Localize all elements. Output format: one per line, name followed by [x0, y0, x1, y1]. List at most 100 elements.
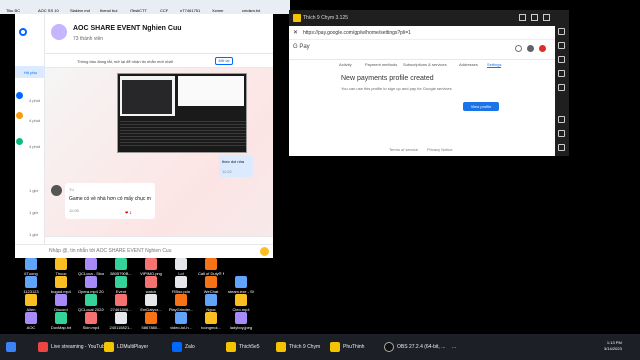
recent-time: 4 phút — [29, 144, 41, 149]
volume-icon[interactable] — [558, 42, 565, 49]
file-icon — [55, 258, 67, 270]
windows-icon — [6, 342, 16, 352]
shared-screenshot-image[interactable] — [117, 73, 247, 153]
desktop-top-strip: Tiku BC AOC SS 10 Slakinn md thenol bul … — [0, 0, 290, 14]
message-time: 11:05 — [69, 208, 79, 213]
member-count[interactable]: 73 thành viên — [73, 36, 103, 42]
conversation-avatar[interactable] — [16, 112, 23, 119]
close-tab-icon[interactable]: ✕ — [293, 29, 298, 36]
taskbar-item-ldmulti[interactable]: LDMultiPlayer — [104, 340, 148, 354]
taskbar-item-obs[interactable]: OBS 27.2.4 (64-bit, ... — [384, 340, 446, 354]
gpay-logo[interactable]: G Pay — [293, 44, 310, 50]
file-icon — [235, 294, 247, 306]
sender-avatar[interactable] — [51, 185, 62, 196]
tab-addresses[interactable]: Addresses — [459, 62, 478, 67]
taskbar-item-thich9chym[interactable]: Thích 9 Chym — [276, 340, 324, 354]
desktop-top-label[interactable]: cmdsm.txt — [242, 8, 260, 13]
taskbar-item-youtube[interactable]: Live streaming - YouTube — [38, 340, 108, 354]
file-icon — [25, 276, 37, 288]
taskbar-label: OBS 27.2.4 (64-bit, ... — [397, 344, 446, 350]
message-input[interactable]: Nhập @, tin nhắn tới AOC SHARE EVENT Ngh… — [49, 248, 172, 254]
zalo-icon — [172, 342, 182, 352]
close-icon[interactable] — [543, 14, 550, 21]
tab-settings[interactable]: Settings — [487, 62, 502, 68]
youtube-icon — [38, 342, 48, 352]
taskbar-label: Thích 9 Chym — [289, 344, 321, 350]
taskbar-label: PhuThinh — [343, 344, 365, 350]
desktop-icon-label: Skin.mp4 — [82, 325, 100, 330]
emulator-window: Thích 9 Chym 3.125 ✕ https://pay.google.… — [289, 10, 555, 156]
screen-icon[interactable] — [558, 56, 565, 63]
chat-body: theo doi nha 11:02 Tú Game có về nhà hơn… — [45, 68, 273, 236]
notice-text: Thông báo đang tắt, mở lại để nhận tin n… — [77, 59, 173, 64]
file-icon — [55, 312, 67, 324]
tab-subscriptions[interactable]: Subscriptions & services — [403, 62, 447, 67]
terms-link[interactable]: Terms of service — [389, 147, 418, 152]
desktop-icon-label: DuxMap.txt — [50, 325, 72, 330]
file-icon — [25, 312, 37, 324]
back-icon[interactable] — [558, 116, 565, 123]
desktop-top-label[interactable]: Slakinn md — [70, 8, 90, 13]
file-icon — [175, 276, 187, 288]
file-icon — [145, 276, 157, 288]
taskbar-clock[interactable]: 1:13 PM 3/14/2023 — [604, 340, 622, 352]
card-title: New payments profile created — [341, 75, 434, 82]
taskbar-item-thich5e5[interactable]: Thich5e5 — [226, 340, 274, 354]
start-button[interactable] — [6, 340, 16, 354]
chat-title[interactable]: AOC SHARE EVENT Nghien Cuu — [73, 25, 182, 32]
conversation-avatar[interactable] — [16, 92, 23, 99]
desktop-top-label[interactable]: AOC SS 10 — [38, 8, 59, 13]
tab-payment-methods[interactable]: Payment methods — [365, 62, 397, 67]
taskbar-item-phuthinh[interactable]: PhuThinh — [330, 340, 370, 354]
tab-activity[interactable]: Activity — [339, 62, 352, 67]
profile-created-card: New payments profile created You can use… — [339, 72, 513, 128]
emulator-title: Thích 9 Chym 3.125 — [303, 15, 349, 21]
desktop-top-label[interactable]: Xcmm — [212, 8, 223, 13]
help-icon[interactable] — [515, 45, 522, 52]
file-icon — [25, 294, 37, 306]
url-text[interactable]: https://pay.google.com/gp/w/home/setting… — [303, 30, 411, 36]
file-icon — [55, 276, 67, 288]
heart-reaction[interactable]: ❤ 1 — [125, 210, 132, 215]
file-icon — [115, 276, 127, 288]
conversation-avatar[interactable] — [16, 138, 23, 145]
emoji-send-icon[interactable] — [260, 247, 269, 256]
file-icon — [115, 312, 127, 324]
maximize-icon[interactable] — [531, 14, 538, 21]
file-icon — [25, 258, 37, 270]
phone-clock: 11:07 — [520, 22, 530, 27]
file-icon — [175, 294, 187, 306]
my-message-bubble[interactable]: theo doi nha 11:02 — [219, 155, 253, 177]
file-icon — [205, 276, 217, 288]
apk-icon[interactable] — [558, 84, 565, 91]
privacy-link[interactable]: Privacy Notice — [427, 147, 453, 152]
desktop-top-label[interactable]: iTestiCTT — [130, 8, 147, 13]
scissors-icon[interactable] — [558, 70, 565, 77]
message-input-bar: Nhập @, tin nhắn tới AOC SHARE EVENT Ngh… — [15, 244, 273, 258]
group-avatar[interactable] — [51, 24, 67, 40]
file-icon — [235, 312, 247, 324]
home-icon[interactable] — [558, 130, 565, 137]
taskbar-item-zalo[interactable]: Zalo — [172, 340, 202, 354]
account-avatar[interactable] — [539, 45, 546, 52]
other-message-bubble[interactable]: Tú Game có về nhà hơn có mấy chục m 11:0… — [65, 183, 155, 219]
desktop-top-label[interactable]: thenol bul — [100, 8, 117, 13]
desktop-top-label[interactable]: nT7461751 — [180, 8, 200, 13]
file-icon — [85, 312, 97, 324]
file-icon — [235, 276, 247, 288]
file-icon — [205, 312, 217, 324]
screenshot-panel — [178, 76, 244, 106]
recents-icon[interactable] — [558, 144, 565, 151]
minimize-icon[interactable] — [519, 14, 526, 21]
recent-time: 4 phút — [29, 118, 41, 123]
apps-icon[interactable] — [527, 45, 534, 52]
desktop-top-label[interactable]: Tiku BC — [6, 8, 20, 13]
desktop-top-label[interactable]: CCF — [160, 8, 168, 13]
message-text: theo doi nha — [222, 159, 245, 164]
file-icon — [145, 312, 157, 324]
view-profile-button[interactable]: View profile — [463, 102, 499, 111]
keyboard-icon[interactable] — [558, 28, 565, 35]
reopen-button[interactable]: Mở lại — [215, 57, 233, 65]
taskbar-item-more[interactable]: ... — [452, 340, 472, 354]
sidebar-section-label[interactable]: Hộ phụ — [15, 66, 45, 78]
